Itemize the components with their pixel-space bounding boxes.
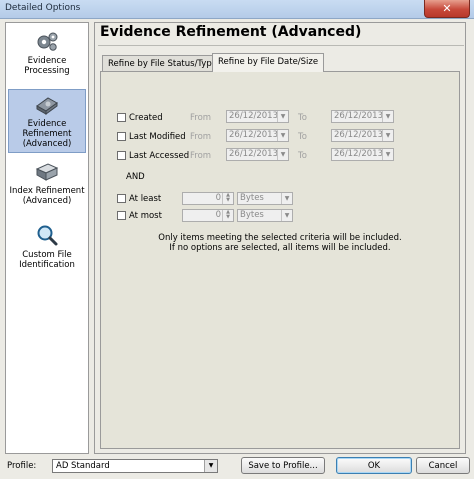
divider — [98, 45, 464, 46]
created-to-date[interactable]: 26/12/2013 ▼ — [331, 110, 394, 123]
at-most-value-stepper[interactable]: 0 ▲ ▼ — [182, 209, 234, 222]
chevron-down-icon: ▼ — [277, 130, 288, 141]
sidebar: Evidence Processing Evidence Refinement … — [5, 22, 89, 454]
chevron-down-icon: ▼ — [281, 210, 292, 221]
close-icon: ✕ — [442, 2, 452, 15]
created-label: Created — [129, 113, 163, 123]
gears-icon — [37, 32, 58, 51]
sidebar-item-label: Index Refinement (Advanced) — [9, 186, 85, 206]
at-least-unit-select[interactable]: Bytes ▼ — [237, 192, 293, 205]
chevron-down-icon: ▼ — [277, 149, 288, 160]
spin-arrows-icon: ▲ ▼ — [222, 193, 233, 204]
sidebar-item-label: Evidence Processing — [24, 56, 70, 76]
book-icon — [35, 163, 59, 181]
created-from-date[interactable]: 26/12/2013 ▼ — [226, 110, 289, 123]
at-most-checkbox[interactable] — [117, 211, 126, 220]
sidebar-item-evidence-refinement[interactable]: Evidence Refinement (Advanced) — [8, 89, 86, 153]
chevron-down-icon: ▼ — [382, 111, 393, 122]
chevron-down-icon: ▼ — [204, 460, 217, 472]
at-most-label: At most — [129, 211, 162, 221]
sidebar-item-custom-file-identification[interactable]: Custom File Identification — [8, 223, 86, 281]
close-button[interactable]: ✕ — [424, 0, 470, 18]
last-accessed-label: Last Accessed — [129, 151, 190, 161]
to-label: To — [298, 113, 307, 123]
from-label: From — [190, 132, 212, 142]
criteria-note: Only items meeting the selected criteria… — [110, 233, 450, 253]
from-label: From — [190, 113, 212, 123]
last-modified-from-date[interactable]: 26/12/2013 ▼ — [226, 129, 289, 142]
profile-label: Profile: — [7, 461, 37, 471]
sidebar-item-evidence-processing[interactable]: Evidence Processing — [8, 31, 86, 89]
at-least-checkbox[interactable] — [117, 194, 126, 203]
last-modified-label: Last Modified — [129, 132, 186, 142]
last-accessed-checkbox[interactable] — [117, 151, 126, 160]
from-label: From — [190, 151, 212, 161]
last-modified-checkbox[interactable] — [117, 132, 126, 141]
last-accessed-to-date[interactable]: 26/12/2013 ▼ — [331, 148, 394, 161]
sidebar-item-label: Custom File Identification — [19, 250, 75, 270]
at-most-unit-select[interactable]: Bytes ▼ — [237, 209, 293, 222]
window-title: Detailed Options — [5, 3, 81, 13]
tab-file-date-size[interactable]: Refine by File Date/Size — [212, 53, 325, 72]
tab-panel — [100, 71, 460, 449]
tab-file-status-type[interactable]: Refine by File Status/Type — [102, 55, 223, 71]
chevron-down-icon: ▼ — [382, 130, 393, 141]
chevron-down-icon: ▼ — [382, 149, 393, 160]
cancel-button[interactable]: Cancel — [416, 457, 470, 474]
magnifier-icon — [37, 225, 58, 246]
at-least-value-stepper[interactable]: 0 ▲ ▼ — [182, 192, 234, 205]
note-line: Only items meeting the selected criteria… — [158, 233, 402, 243]
sidebar-item-label: Evidence Refinement (Advanced) — [22, 119, 72, 149]
chevron-down-icon: ▼ — [281, 193, 292, 204]
sidebar-item-index-refinement[interactable]: Index Refinement (Advanced) — [8, 161, 86, 219]
ok-button[interactable]: OK — [336, 457, 412, 474]
spin-arrows-icon: ▲ ▼ — [222, 210, 233, 221]
page-title: Evidence Refinement (Advanced) — [100, 24, 362, 40]
last-modified-to-date[interactable]: 26/12/2013 ▼ — [331, 129, 394, 142]
at-least-label: At least — [129, 194, 162, 204]
drive-icon — [36, 97, 58, 115]
to-label: To — [298, 132, 307, 142]
created-checkbox[interactable] — [117, 113, 126, 122]
and-label: AND — [126, 172, 145, 182]
chevron-down-icon: ▼ — [277, 111, 288, 122]
to-label: To — [298, 151, 307, 161]
save-to-profile-button[interactable]: Save to Profile... — [241, 457, 325, 474]
note-line: If no options are selected, all items wi… — [169, 243, 391, 253]
profile-select[interactable]: AD Standard ▼ — [52, 459, 218, 473]
last-accessed-from-date[interactable]: 26/12/2013 ▼ — [226, 148, 289, 161]
